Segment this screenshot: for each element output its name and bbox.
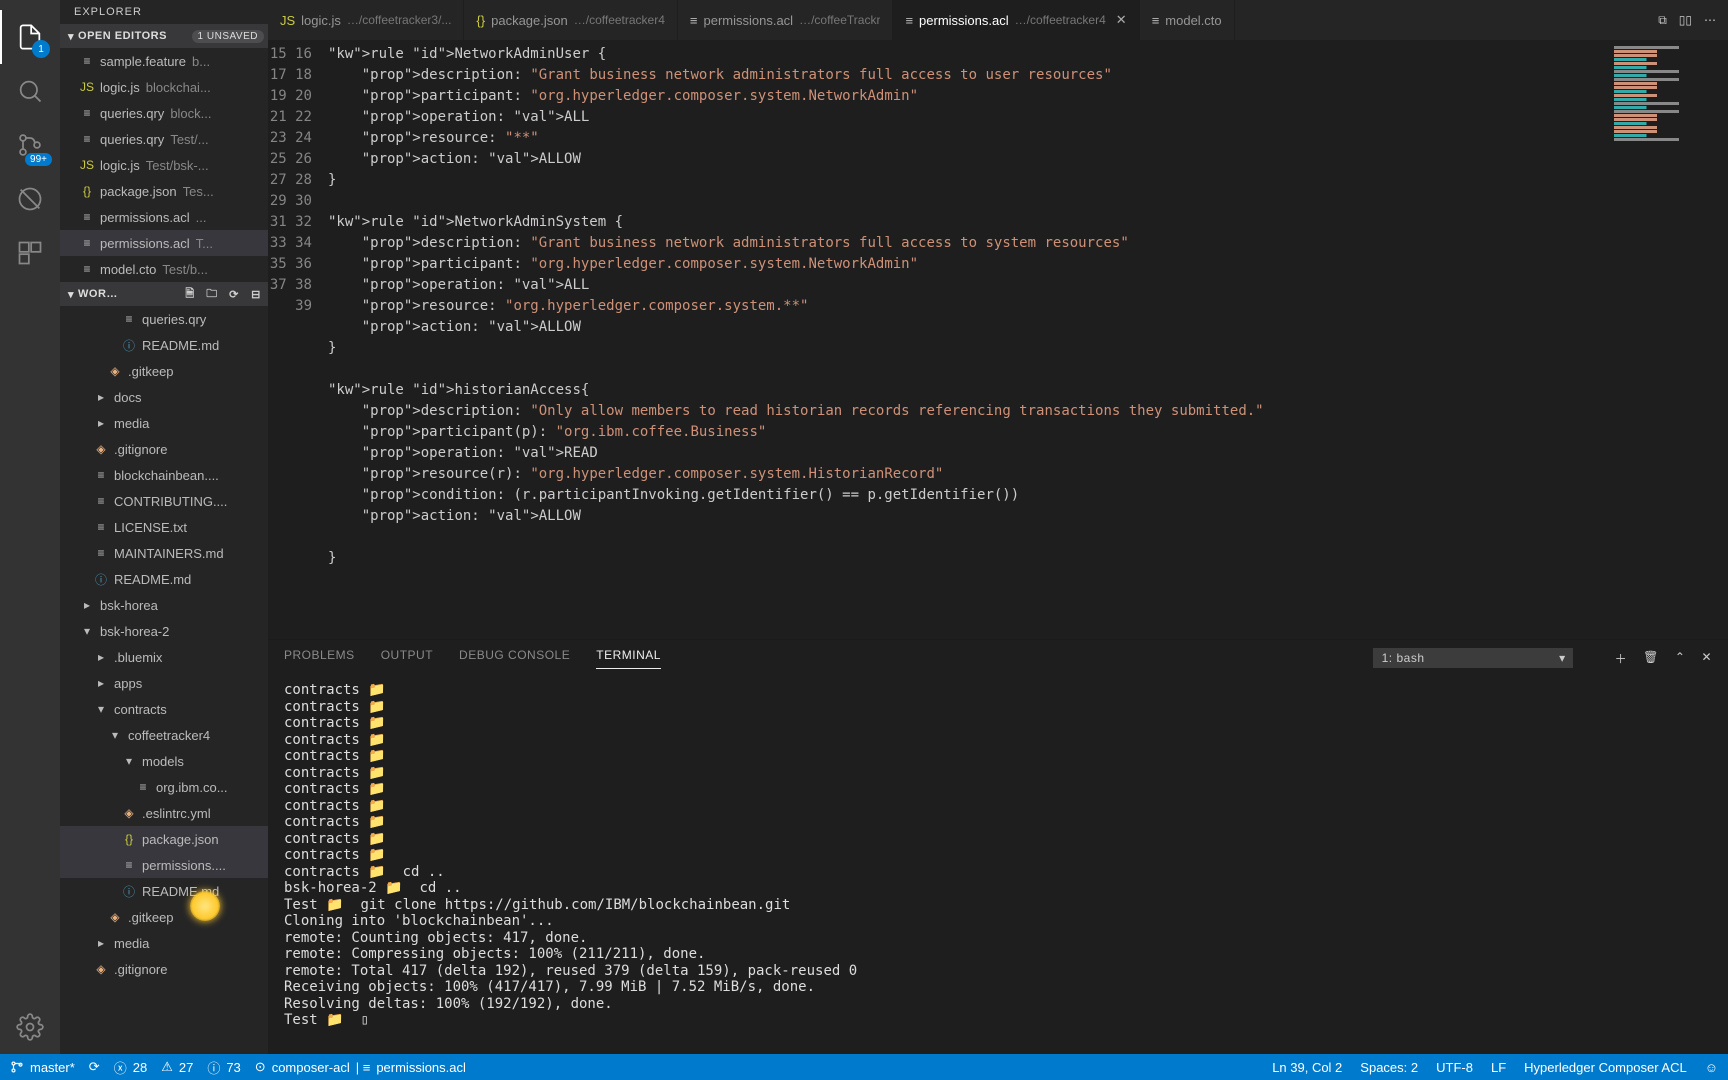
file-item[interactable]: ⓘREADME.md [60,878,268,904]
file-item[interactable]: {}package.json [60,826,268,852]
terminal-output[interactable]: contracts 📁 contracts 📁 contracts 📁 cont… [268,676,1728,1054]
folder-item[interactable]: ▾contracts [60,696,268,722]
folder-item[interactable]: ▸docs [60,384,268,410]
file-item[interactable]: ◈.gitkeep [60,358,268,384]
panel-tab-output[interactable]: OUTPUT [381,648,433,668]
explorer-icon[interactable]: 1 [0,10,60,64]
explorer-sidebar: EXPLORER ▾ OPEN EDITORS 1 UNSAVED ≡sampl… [60,0,268,1054]
info-count[interactable]: ⓘ 73 [207,1058,240,1077]
workspace-header[interactable]: ▾ WOR… 🗎 🗀 ⟳ ⊟ [60,282,268,306]
file-item[interactable]: ≡LICENSE.txt [60,514,268,540]
collapse-all-icon[interactable]: ⊟ [248,286,264,302]
open-editor-item[interactable]: ≡permissions.aclT... [60,230,268,256]
compare-icon[interactable]: ⧉ [1658,13,1667,28]
folder-item[interactable]: ▾coffeetracker4 [60,722,268,748]
file-item[interactable]: ⓘREADME.md [60,332,268,358]
open-editors-list: ≡sample.featureb...JSlogic.jsblockchai..… [60,48,268,282]
folder-item[interactable]: ▸apps [60,670,268,696]
tab-actions: ⧉ ▯▯ ⋯ [1646,0,1728,40]
unsaved-badge: 1 UNSAVED [192,30,264,43]
file-item[interactable]: ◈.eslintrc.yml [60,800,268,826]
file-item[interactable]: ◈.gitignore [60,436,268,462]
settings-gear-icon[interactable] [0,1000,60,1054]
split-editor-icon[interactable]: ▯▯ [1679,13,1692,27]
open-editor-item[interactable]: JSlogic.jsblockchai... [60,74,268,100]
panel-tab-debug-console[interactable]: DEBUG CONSOLE [459,648,570,668]
extensions-icon[interactable] [0,226,60,280]
sync-icon[interactable]: ⟳ [89,1059,100,1075]
new-folder-icon[interactable]: 🗀 [204,286,220,302]
file-item[interactable]: ◈.gitignore [60,956,268,982]
folder-item[interactable]: ▾models [60,748,268,774]
file-item[interactable]: ≡permissions.... [60,852,268,878]
language-mode[interactable]: Hyperledger Composer ACL [1524,1060,1687,1075]
warnings-count[interactable]: ⚠ 27 [161,1059,193,1075]
open-editor-item[interactable]: {}package.jsonTes... [60,178,268,204]
file-item[interactable]: ≡blockchainbean.... [60,462,268,488]
open-editor-item[interactable]: ≡queries.qryblock... [60,100,268,126]
file-item[interactable]: ≡MAINTAINERS.md [60,540,268,566]
activity-bar: 1 99+ [0,0,60,1054]
eol[interactable]: LF [1491,1060,1506,1075]
editor-tab[interactable]: JSlogic.js…/coffeetracker3/... [268,0,464,40]
close-panel-icon[interactable]: ✕ [1701,650,1712,667]
source-control-icon[interactable]: 99+ [0,118,60,172]
open-editor-item[interactable]: ≡queries.qryTest/... [60,126,268,152]
file-item[interactable]: ≡queries.qry [60,306,268,332]
open-editor-item[interactable]: ≡model.ctoTest/b... [60,256,268,282]
feedback-icon[interactable]: ☺ [1705,1060,1718,1075]
open-editor-item[interactable]: ≡permissions.acl... [60,204,268,230]
language-server[interactable]: ⊙ composer-acl | ≡ permissions.acl [255,1059,466,1075]
git-branch[interactable]: master* [10,1060,75,1075]
panel-tab-problems[interactable]: PROBLEMS [284,648,355,668]
editor-area: JSlogic.js…/coffeetracker3/...{}package.… [268,0,1728,1054]
cursor-position[interactable]: Ln 39, Col 2 [1272,1060,1342,1075]
status-bar: master* ⟳ ⓧ 28 ⚠ 27 ⓘ 73 ⊙ composer-acl … [0,1054,1728,1080]
encoding[interactable]: UTF-8 [1436,1060,1473,1075]
maximize-panel-icon[interactable]: ⌃ [1675,650,1686,667]
minimap[interactable] [1608,40,1728,639]
file-item[interactable]: ≡org.ibm.co... [60,774,268,800]
bottom-panel: PROBLEMS OUTPUT DEBUG CONSOLE TERMINAL 1: b… [268,639,1728,1054]
file-tree: ≡queries.qryⓘREADME.md◈.gitkeep▸docs▸med… [60,306,268,1054]
kill-terminal-icon[interactable]: 🗑 [1643,650,1659,667]
folder-item[interactable]: ▸media [60,410,268,436]
more-actions-icon[interactable]: ⋯ [1704,13,1716,27]
editor-tab[interactable]: ≡permissions.acl…/coffeetracker4✕ [893,0,1139,40]
debug-icon[interactable] [0,172,60,226]
folder-item[interactable]: ▸.bluemix [60,644,268,670]
open-editors-count-badge: 1 [32,40,50,58]
code-editor[interactable]: "kw">rule "id">NetworkAdminUser { "prop"… [328,40,1608,639]
new-terminal-icon[interactable]: ＋ [1615,650,1628,667]
refresh-icon[interactable]: ⟳ [226,286,242,302]
sidebar-title: EXPLORER [60,0,268,24]
new-file-icon[interactable]: 🗎 [182,286,198,302]
folder-item[interactable]: ▾bsk-horea-2 [60,618,268,644]
close-tab-icon[interactable]: ✕ [1116,12,1127,28]
open-editor-item[interactable]: JSlogic.jsTest/bsk-... [60,152,268,178]
editor-tabs: JSlogic.js…/coffeetracker3/...{}package.… [268,0,1728,40]
folder-item[interactable]: ▸media [60,930,268,956]
file-item[interactable]: ⓘREADME.md [60,566,268,592]
file-item[interactable]: ≡CONTRIBUTING.... [60,488,268,514]
indentation[interactable]: Spaces: 2 [1360,1060,1418,1075]
search-icon[interactable] [0,64,60,118]
file-item[interactable]: ◈.gitkeep [60,904,268,930]
errors-count[interactable]: ⓧ 28 [114,1058,147,1077]
editor-tab[interactable]: {}package.json…/coffeetracker4 [464,0,677,40]
folder-item[interactable]: ▸bsk-horea [60,592,268,618]
panel-tab-terminal[interactable]: TERMINAL [596,648,661,669]
line-gutter: 15 16 17 18 19 20 21 22 23 24 25 26 27 2… [268,40,328,639]
open-editor-item[interactable]: ≡sample.featureb... [60,48,268,74]
panel-tabs: PROBLEMS OUTPUT DEBUG CONSOLE TERMINAL 1: b… [268,640,1728,676]
terminal-selector[interactable]: 1: bash ▾ [1373,648,1573,668]
open-editors-header[interactable]: ▾ OPEN EDITORS 1 UNSAVED [60,24,268,48]
editor-tab[interactable]: ≡permissions.acl…/coffeeTrackr [678,0,894,40]
editor-tab[interactable]: ≡model.cto [1140,0,1235,40]
scm-changes-badge: 99+ [25,153,52,166]
